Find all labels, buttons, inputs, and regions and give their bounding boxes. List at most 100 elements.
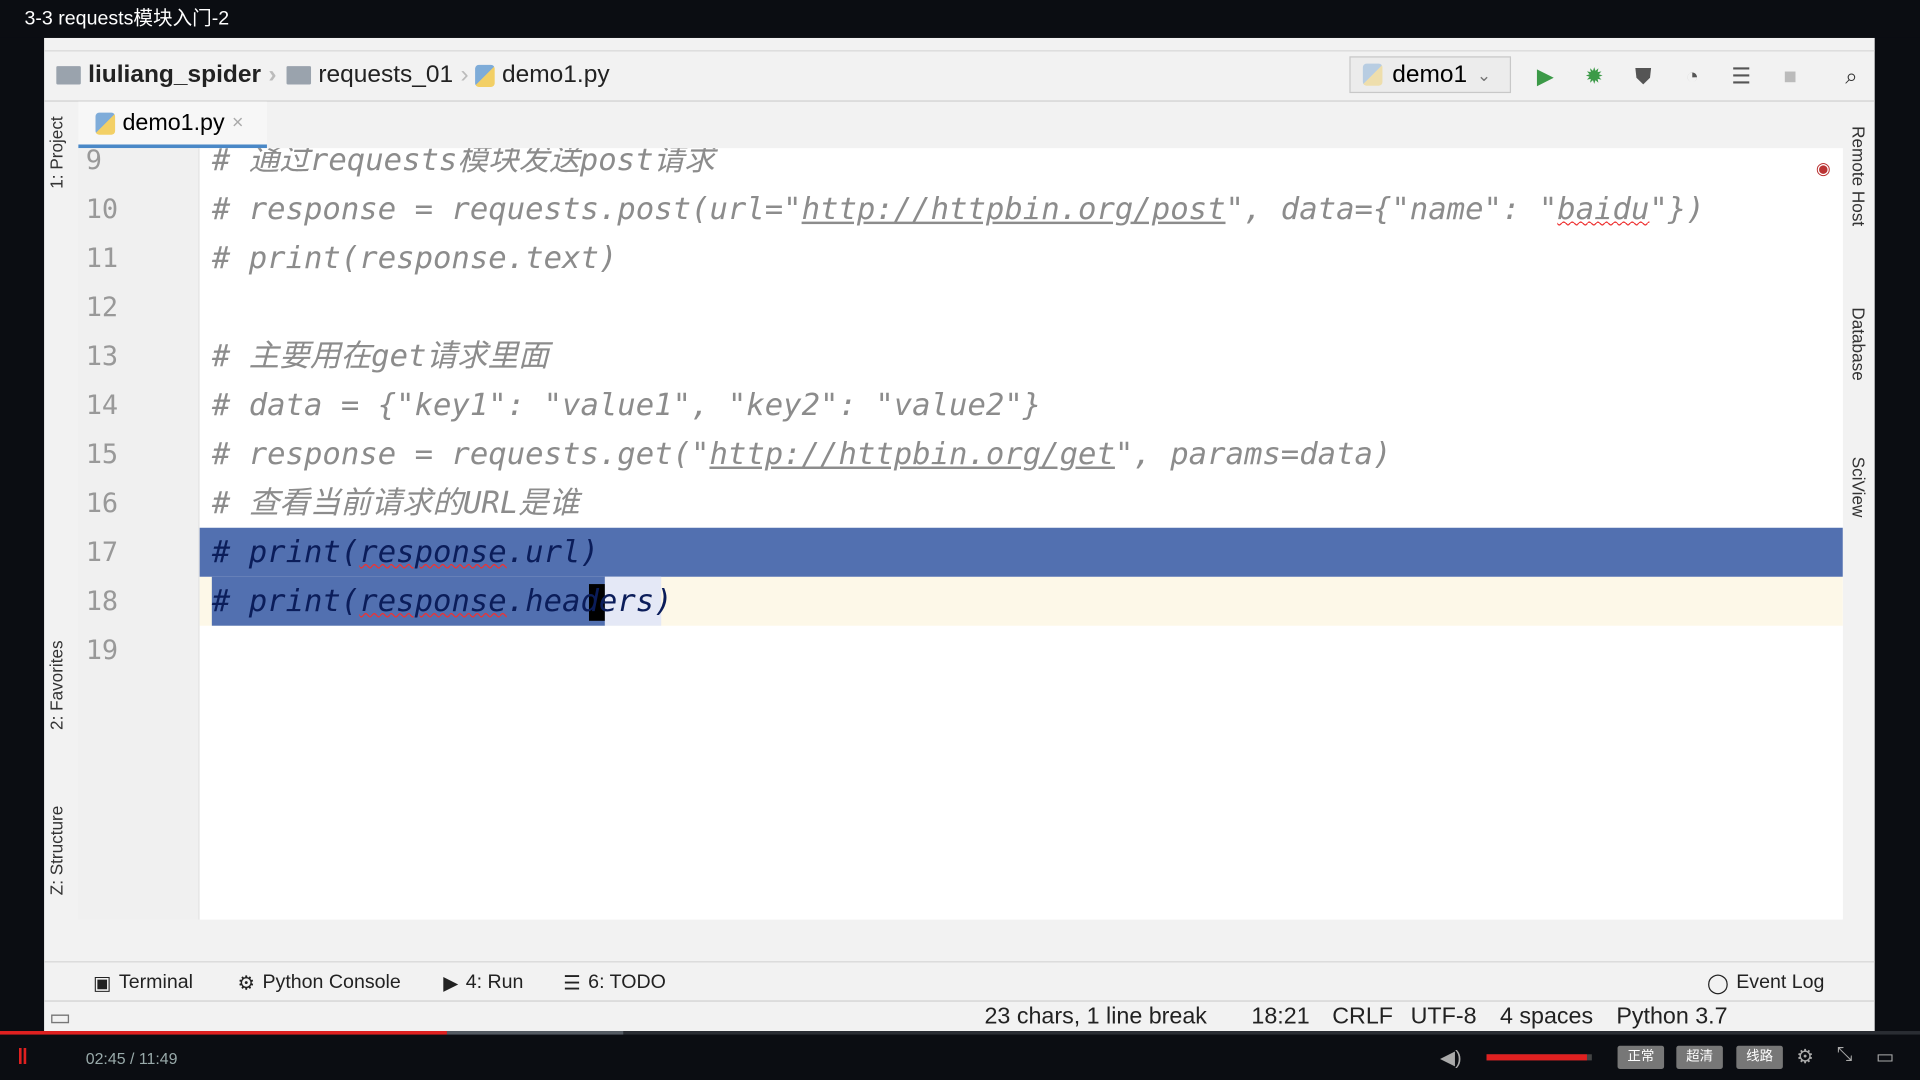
- line-number: 15: [85, 439, 119, 471]
- code-line: # print(response.url): [212, 528, 599, 577]
- code-line: # response = requests.get("http://httpbi…: [212, 430, 1392, 479]
- exit-fullscreen-icon[interactable]: ⤡: [1837, 1044, 1853, 1066]
- status-bar: ▭ 23 chars, 1 line break 18:21 CRLF UTF-…: [44, 1000, 1875, 1032]
- settings-gear-icon[interactable]: ⚙: [1796, 1044, 1814, 1068]
- sciview-tool-button[interactable]: SciView: [1849, 457, 1869, 518]
- volume-slider[interactable]: [1486, 1054, 1592, 1061]
- selection-info: 23 chars, 1 line break: [984, 1004, 1207, 1030]
- volume-icon[interactable]: ◀): [1440, 1046, 1462, 1070]
- quality-button[interactable]: 超清: [1676, 1045, 1723, 1069]
- code-token: # print(: [211, 582, 360, 619]
- volume-fill: [1486, 1054, 1587, 1061]
- code-token: print(: [248, 533, 360, 570]
- tab-demo1-py[interactable]: demo1.py ×: [78, 101, 267, 149]
- navigation-bar: liuliang_spider › requests_01 › demo1.py d…: [44, 50, 1875, 102]
- code-token: # response = requests.post(url=": [211, 191, 802, 227]
- folder-icon: [56, 66, 81, 85]
- chevron-right-icon: ›: [268, 61, 277, 89]
- stop-icon[interactable]: ■: [1778, 64, 1802, 88]
- pycharm-window: liuliang_spider › requests_01 › demo1.py d…: [44, 37, 1875, 1032]
- terminal-label: Terminal: [118, 972, 193, 994]
- code-token: # 主要用在get请求里面: [211, 337, 549, 374]
- line-number: 11: [85, 243, 119, 275]
- python-file-icon: [95, 112, 116, 135]
- code-line: # 查看当前请求的URL是谁: [212, 479, 580, 528]
- line-number: 19: [85, 635, 119, 667]
- todo-tool-button[interactable]: ☰ 6: TODO: [563, 971, 666, 995]
- line-number: 16: [85, 488, 119, 520]
- line-separator[interactable]: CRLF: [1332, 1004, 1393, 1031]
- code-editor[interactable]: # 通过requests模块发送post请求 # response = reque…: [199, 148, 1843, 920]
- screen: 3-3 requests模块入门-2 liuliang_spider › requ…: [0, 0, 1920, 1080]
- run-config-dropdown[interactable]: demo1 ⌄: [1349, 56, 1512, 94]
- inspection-eye-icon[interactable]: ◉: [1816, 158, 1831, 179]
- code-token: baidu: [1557, 191, 1650, 227]
- pause-icon[interactable]: ‖: [17, 1044, 28, 1070]
- code-token: "}): [1649, 191, 1705, 227]
- code-token: response: [359, 582, 507, 619]
- code-link: http://httpbin.org/get: [709, 435, 1115, 472]
- profile-icon[interactable]: ◔: [1680, 64, 1704, 88]
- code-token: .url): [506, 533, 599, 570]
- window-mode-icon[interactable]: ▭: [1876, 1044, 1895, 1068]
- run-tool-button[interactable]: ▶ 4: Run: [443, 971, 523, 995]
- list-icon: ☰: [563, 973, 581, 995]
- close-tab-icon[interactable]: ×: [232, 112, 243, 134]
- caret-position[interactable]: 18:21: [1251, 1004, 1309, 1031]
- favorites-tool-button[interactable]: 2: Favorites: [47, 640, 67, 730]
- code-token: ", params=data): [1114, 435, 1392, 472]
- run-label: 4: Run: [465, 972, 524, 994]
- coverage-icon[interactable]: ⛊: [1631, 64, 1655, 88]
- python-console-tool-button[interactable]: ⚙ Python Console: [238, 971, 401, 995]
- line-number: 12: [85, 292, 119, 324]
- python-interpreter[interactable]: Python 3.7: [1616, 1004, 1727, 1031]
- line-number: 18: [85, 586, 119, 618]
- speed-button[interactable]: 正常: [1617, 1045, 1665, 1069]
- toggle-tool-windows-icon[interactable]: ▭: [49, 1004, 71, 1032]
- code-link: http://httpbin.org/post: [801, 191, 1226, 227]
- project-tool-button[interactable]: 1: Project: [47, 116, 67, 188]
- python-icon: [1362, 63, 1383, 86]
- remote-host-tool-button[interactable]: Remote Host: [1849, 126, 1869, 226]
- code-line: # print(response.text): [212, 234, 617, 283]
- breadcrumb-project-label: liuliang_spider: [88, 61, 262, 89]
- left-tool-strip: 1: Project 2: Favorites Z: Structure: [44, 102, 71, 959]
- breadcrumb-folder[interactable]: requests_01 ›: [286, 61, 469, 89]
- python-file-icon: [475, 64, 495, 87]
- code-token: # 通过requests模块发送post请求: [211, 148, 715, 178]
- right-tool-strip: Remote Host Database SciView: [1844, 102, 1875, 959]
- breadcrumb-project[interactable]: liuliang_spider ›: [56, 61, 277, 89]
- code-token: # print(response.text): [211, 240, 618, 276]
- event-log-icon: ◯: [1706, 973, 1729, 995]
- chevron-down-icon: ⌄: [1476, 64, 1492, 84]
- breadcrumb-folder-label: requests_01: [318, 61, 454, 89]
- structure-tool-button[interactable]: Z: Structure: [47, 806, 67, 896]
- run-icon[interactable]: ▶: [1533, 64, 1557, 88]
- concurrency-icon[interactable]: ☰: [1729, 64, 1753, 88]
- chevron-right-icon: ›: [460, 61, 469, 89]
- code-line: # response = requests.post(url="http://h…: [212, 185, 1705, 234]
- debug-icon[interactable]: ✹: [1582, 64, 1606, 88]
- tab-label: demo1.py: [122, 109, 225, 136]
- code-token: # 查看当前请求的URL是谁: [211, 484, 580, 521]
- terminal-tool-button[interactable]: ▣ Terminal: [93, 971, 193, 995]
- code-token: #: [211, 533, 249, 570]
- breadcrumb-file[interactable]: demo1.py: [475, 61, 610, 89]
- code-line: # 通过requests模块发送post请求: [212, 148, 715, 185]
- event-log-tool-button[interactable]: ◯ Event Log: [1707, 971, 1825, 995]
- code-token: ", data={"name": ": [1225, 191, 1558, 227]
- run-config-label: demo1: [1392, 60, 1468, 88]
- run-icon: ▶: [443, 973, 459, 995]
- breadcrumb-file-label: demo1.py: [502, 61, 610, 89]
- search-icon[interactable]: ⌕: [1839, 64, 1863, 88]
- code-line: # 主要用在get请求里面: [212, 332, 549, 381]
- route-button[interactable]: 线路: [1736, 1045, 1783, 1069]
- code-token: # data = {"key1": "value1", "key2": "val…: [211, 386, 1042, 423]
- code-token: response: [359, 533, 507, 570]
- database-tool-button[interactable]: Database: [1849, 307, 1869, 380]
- code-line: # data = {"key1": "value1", "key2": "val…: [212, 381, 1041, 430]
- terminal-icon: ▣: [93, 973, 112, 995]
- file-encoding[interactable]: UTF-8: [1411, 1004, 1477, 1031]
- indent-setting[interactable]: 4 spaces: [1500, 1004, 1593, 1031]
- todo-label: 6: TODO: [588, 972, 666, 994]
